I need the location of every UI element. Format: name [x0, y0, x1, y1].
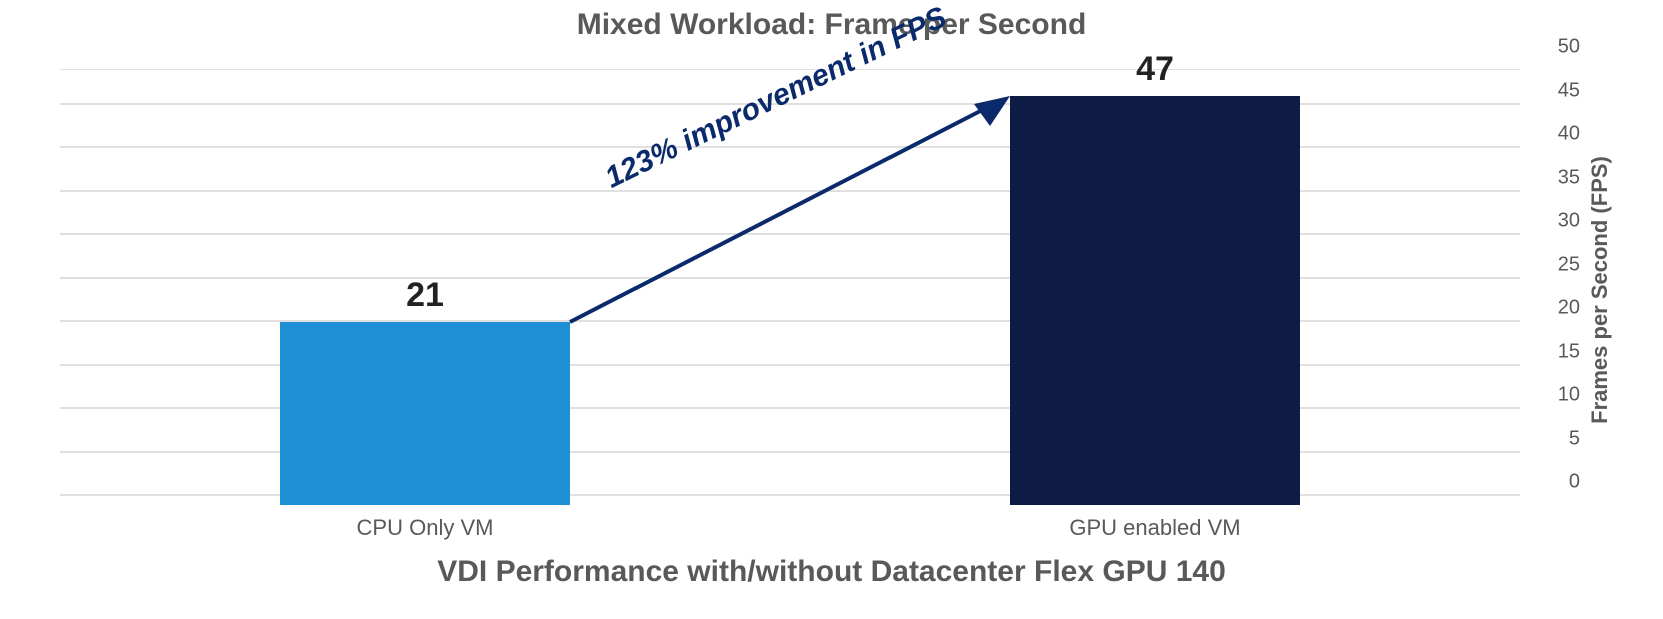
x-tick-label: GPU enabled VM	[1010, 515, 1300, 541]
improvement-arrow-icon	[570, 96, 1010, 322]
chart-title: Mixed Workload: Frame per Second	[0, 8, 1663, 42]
bar-cpu-only: 21	[280, 322, 570, 505]
chart-subtitle: VDI Performance with/without Datacenter …	[0, 555, 1663, 589]
y-tick-label: 20	[1530, 297, 1580, 320]
data-label: 47	[1010, 50, 1300, 89]
data-label: 21	[280, 276, 570, 315]
gridline	[60, 69, 1520, 70]
x-tick-label: CPU Only VM	[280, 515, 570, 541]
plot-area: 21 47 123% improvement in FPS	[60, 70, 1520, 505]
gridline	[60, 407, 1520, 409]
y-tick-label: 15	[1530, 340, 1580, 363]
y-axis-title: Frames per Second (FPS)	[1587, 156, 1613, 424]
gridline	[60, 494, 1520, 496]
y-tick-label: 10	[1530, 384, 1580, 407]
gridline	[60, 451, 1520, 453]
bar-gpu-enabled: 47	[1010, 96, 1300, 505]
y-axis: 0 5 10 15 20 25 30 35 40 45 50	[1530, 70, 1590, 505]
y-tick-label: 30	[1530, 210, 1580, 233]
y-tick-label: 45	[1530, 79, 1580, 102]
y-tick-label: 25	[1530, 253, 1580, 276]
gridline	[60, 364, 1520, 366]
y-tick-label: 35	[1530, 166, 1580, 189]
y-tick-label: 40	[1530, 123, 1580, 146]
y-tick-label: 50	[1530, 36, 1580, 59]
y-tick-label: 0	[1530, 471, 1580, 494]
y-tick-label: 5	[1530, 427, 1580, 450]
